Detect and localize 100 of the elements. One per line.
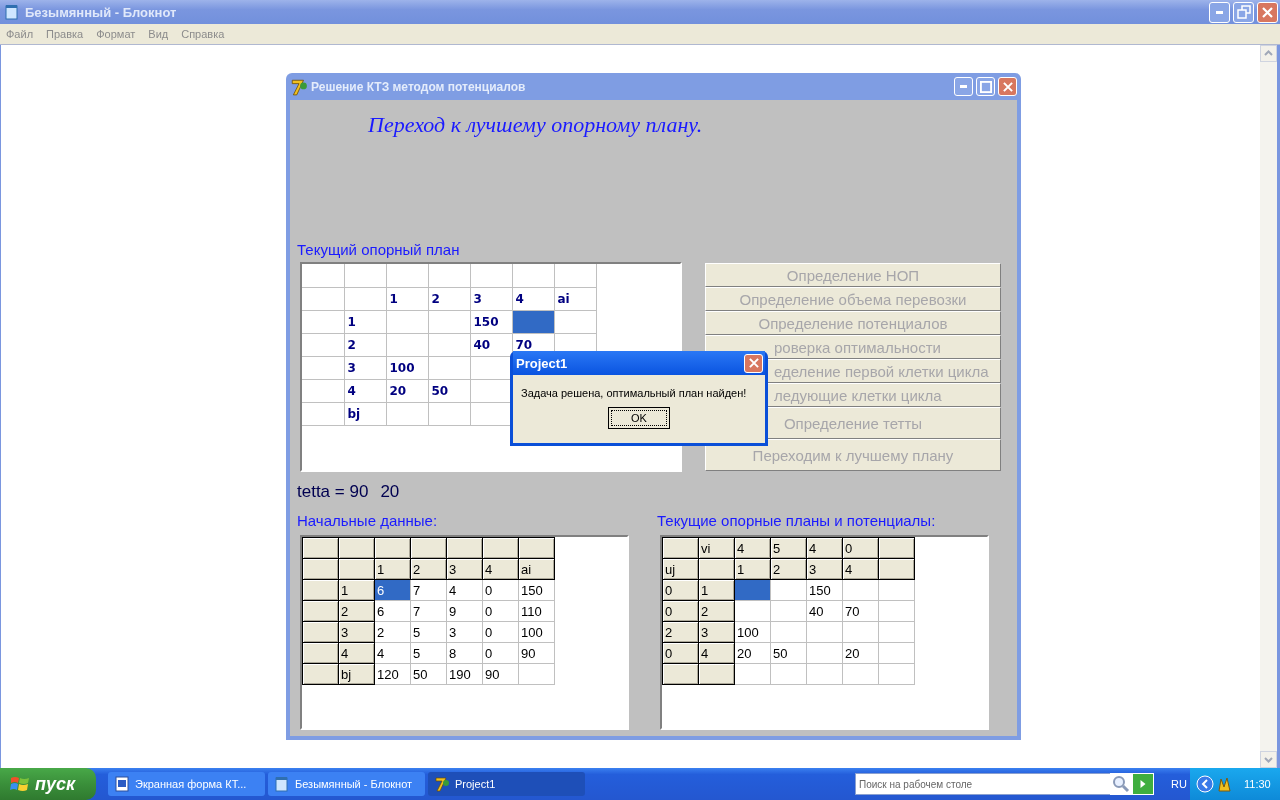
header-cell[interactable]: 5 [770,537,807,559]
table-cell[interactable]: 4 [446,579,483,601]
header-cell[interactable]: 0 [662,600,699,622]
table-cell[interactable] [878,663,915,685]
table-cell[interactable]: 40 [806,600,843,622]
table-cell[interactable] [770,600,807,622]
table-cell[interactable]: 1 [344,310,386,333]
close-button[interactable] [744,353,763,373]
table-cell[interactable] [842,663,879,685]
table-cell[interactable]: 20 [842,642,879,664]
close-button[interactable] [1257,1,1278,23]
table-cell[interactable] [428,356,470,379]
table-cell[interactable] [878,600,915,622]
header-cell[interactable] [338,537,375,559]
close-button[interactable] [998,77,1017,96]
table-cell[interactable] [428,333,470,356]
table-cell[interactable]: 150 [470,310,512,333]
table-cell[interactable] [302,402,344,425]
table-cell[interactable] [554,264,596,287]
header-cell[interactable] [446,537,483,559]
minimize-button[interactable] [1209,1,1230,23]
table-cell[interactable]: 0 [482,621,519,643]
header-cell[interactable] [482,537,519,559]
table-cell[interactable]: 2 [428,287,470,310]
table-cell[interactable] [554,310,596,333]
header-cell[interactable]: 0 [662,642,699,664]
table-cell[interactable]: 90 [518,642,555,664]
table-cell[interactable] [878,579,915,601]
table-cell[interactable] [734,663,771,685]
table-cell[interactable]: 3 [344,356,386,379]
table-cell[interactable]: 5 [410,642,447,664]
table-cell[interactable]: 150 [806,579,843,601]
minimize-button[interactable] [954,77,973,96]
table-cell[interactable]: 5 [410,621,447,643]
header-cell[interactable] [302,558,339,580]
table-cell[interactable]: 3 [446,621,483,643]
table-cell[interactable]: 190 [446,663,483,685]
table-cell[interactable] [428,402,470,425]
header-cell[interactable]: 0 [842,537,879,559]
taskbar-button[interactable]: Экранная форма КТ... [108,772,265,796]
search-field[interactable]: Поиск на рабочем столе [855,773,1110,795]
header-cell[interactable]: 2 [662,621,699,643]
header-cell[interactable] [374,537,411,559]
table-cell[interactable]: 3 [470,287,512,310]
table-cell[interactable] [302,356,344,379]
table-cell[interactable]: 0 [482,642,519,664]
table-cell[interactable]: 7 [410,579,447,601]
table-cell[interactable]: 90 [482,663,519,685]
table-cell[interactable]: 50 [770,642,807,664]
table-cell[interactable]: 4 [344,379,386,402]
table-cell[interactable] [344,264,386,287]
table-cell[interactable] [518,663,555,685]
header-cell[interactable] [518,537,555,559]
table-cell[interactable] [878,642,915,664]
header-cell[interactable] [302,579,339,601]
table-cell[interactable]: 100 [734,621,771,643]
table-cell[interactable] [734,600,771,622]
header-cell[interactable]: uj [662,558,699,580]
header-cell[interactable]: 0 [662,579,699,601]
table-cell[interactable] [512,264,554,287]
tray-icon[interactable] [1216,775,1234,793]
language-indicator[interactable]: RU [1171,778,1187,790]
start-button[interactable]: пуск [0,768,96,800]
table-cell[interactable] [302,333,344,356]
table-cell[interactable]: 50 [410,663,447,685]
header-cell[interactable]: vi [698,537,735,559]
table-cell[interactable] [428,264,470,287]
header-cell[interactable]: 4 [806,537,843,559]
table-cell[interactable]: ai [554,287,596,310]
table-cell[interactable]: bj [344,402,386,425]
search-icon[interactable] [1110,773,1132,795]
table-cell[interactable]: 1 [386,287,428,310]
maximize-button[interactable] [976,77,995,96]
scroll-down-icon[interactable] [1260,751,1277,768]
table-cell[interactable]: 4 [374,642,411,664]
table-cell[interactable] [770,579,807,601]
table-cell[interactable]: 8 [446,642,483,664]
scroll-up-icon[interactable] [1260,45,1277,62]
table-cell[interactable] [770,663,807,685]
table-cell[interactable] [806,663,843,685]
table-cell[interactable] [386,310,428,333]
table-cell[interactable] [806,621,843,643]
table-cell[interactable] [386,402,428,425]
go-button[interactable] [1132,773,1154,795]
table-cell[interactable]: 6 [374,600,411,622]
table-cell[interactable]: 150 [518,579,555,601]
table-cell[interactable]: 2 [374,621,411,643]
table-cell[interactable] [842,579,879,601]
scrollbar[interactable] [1260,45,1277,768]
chevron-icon[interactable] [1196,775,1214,793]
table-cell[interactable]: 20 [734,642,771,664]
table-cell[interactable]: 100 [386,356,428,379]
table-cell[interactable]: 4 [512,287,554,310]
table-cell[interactable] [770,621,807,643]
table-cell[interactable] [806,642,843,664]
table-cell[interactable]: 20 [386,379,428,402]
table-cell[interactable] [302,310,344,333]
table-cell[interactable] [302,379,344,402]
header-cell[interactable] [662,663,699,685]
table-cell[interactable]: 9 [446,600,483,622]
